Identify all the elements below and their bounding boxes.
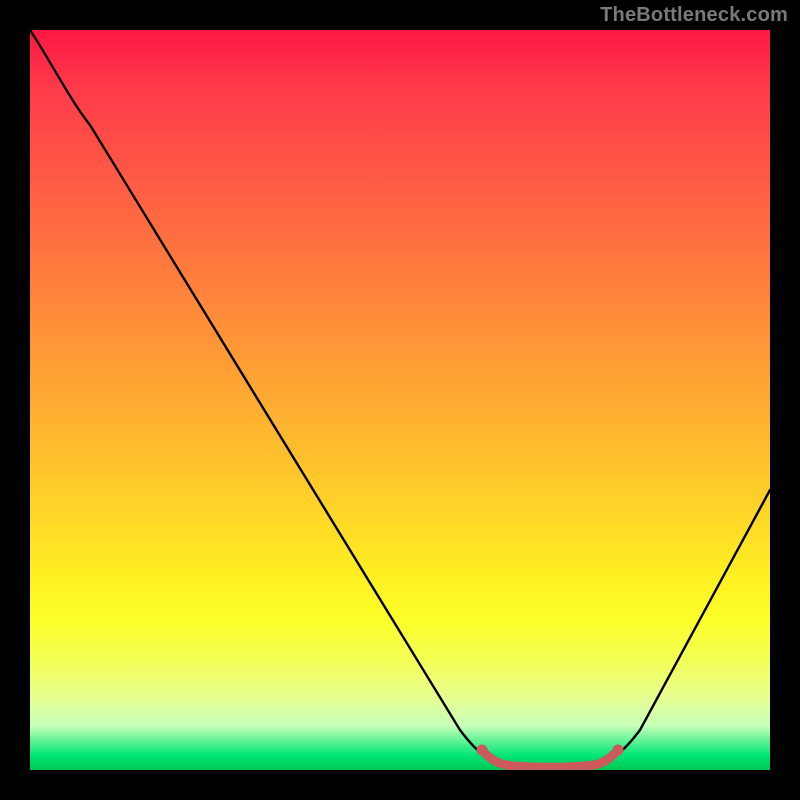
chart-container: TheBottleneck.com [0, 0, 800, 800]
watermark-text: TheBottleneck.com [600, 4, 788, 27]
plot-area [30, 30, 770, 770]
curve-layer [30, 30, 770, 770]
sweet-spot-band [482, 750, 618, 767]
bottleneck-curve [30, 30, 770, 768]
sweet-spot-dots [477, 745, 624, 756]
